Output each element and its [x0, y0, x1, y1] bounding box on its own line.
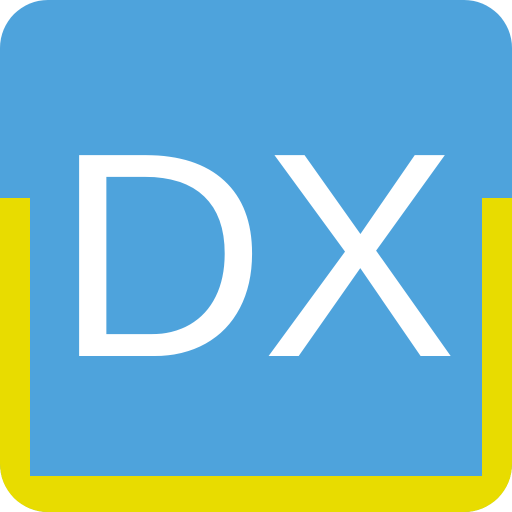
frame-bottom-bar — [0, 476, 512, 512]
monogram-text: DX — [55, 92, 457, 418]
dx-app-icon: DX — [0, 0, 512, 512]
